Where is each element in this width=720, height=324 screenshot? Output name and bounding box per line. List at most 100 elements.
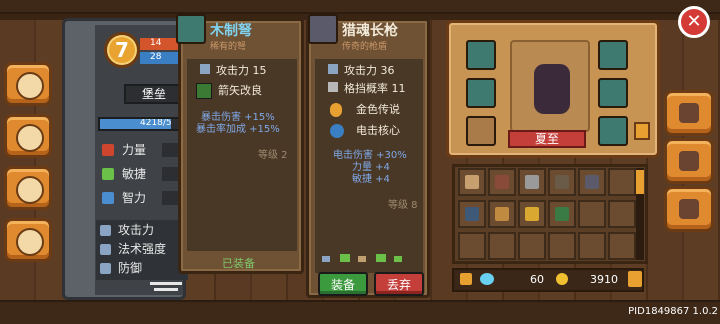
flame-gem-icon — [330, 103, 342, 117]
inventory-scrollbar-thumb[interactable] — [636, 170, 644, 194]
stat-defense-label: 防御 — [118, 261, 143, 275]
xp-text: 4218/5 — [140, 118, 172, 128]
crossbow-attack-row: 攻击力 15 — [200, 62, 267, 78]
book-icon — [16, 72, 44, 100]
inventory-slot[interactable] — [548, 200, 576, 228]
attr-strength: 力量 — [98, 140, 184, 160]
gold-count: 3910 — [590, 273, 618, 286]
tab-pet[interactable] — [4, 166, 52, 210]
shield-icon — [328, 82, 338, 92]
stat-spell-power: 法术强度 — [96, 240, 188, 258]
inventory-slot[interactable] — [608, 232, 636, 260]
spear-gem2: 电击核心 — [356, 124, 400, 137]
spear-gem2-row: 电击核心 — [330, 122, 400, 138]
inventory-slot[interactable] — [518, 168, 546, 196]
inventory-slot[interactable] — [548, 232, 576, 260]
spear-attack: 攻击力 36 — [344, 64, 395, 77]
ring-icon — [525, 175, 539, 189]
tab-book[interactable] — [4, 62, 52, 106]
spear-icon — [308, 14, 338, 44]
level-badge: 7 — [104, 32, 140, 68]
inventory-slot[interactable] — [578, 200, 606, 228]
hero-portrait — [510, 40, 590, 132]
hammer-icon — [679, 151, 699, 171]
inventory-scrollbar[interactable] — [636, 168, 644, 260]
equip-button[interactable]: 装备 — [318, 272, 368, 296]
tab-wheel[interactable] — [4, 218, 52, 262]
inventory-slot[interactable] — [488, 232, 516, 260]
crossbow-level: 等级 2 — [258, 150, 288, 161]
sword-icon — [465, 207, 479, 221]
crossbow-name: 木制弩 — [210, 23, 252, 39]
armor-slot[interactable] — [598, 78, 628, 108]
spear-name: 猎魂长枪 — [342, 23, 398, 39]
inventory-slot[interactable] — [458, 200, 486, 228]
attr-agility: 敏捷 — [98, 164, 184, 184]
book-icon — [495, 207, 509, 221]
inventory-slot[interactable] — [548, 168, 576, 196]
attr-strength-label: 力量 — [122, 143, 147, 157]
green-blade-icon — [555, 207, 569, 221]
spear-block: 格挡概率 11 — [344, 82, 406, 95]
spear-block-row: 格挡概率 11 — [328, 80, 406, 96]
tab-crafting[interactable] — [664, 138, 714, 184]
lightning-gem-icon — [330, 124, 344, 138]
crossbow-icon — [555, 175, 569, 189]
stat-attack: 攻击力 — [96, 221, 188, 239]
crossbow-bonus-2: 暴击率加成 +15% — [196, 124, 280, 135]
sword-icon — [200, 64, 210, 74]
helmet-slot[interactable] — [598, 40, 628, 70]
inventory-slot[interactable] — [458, 232, 486, 260]
stat-defense: 防御 — [96, 259, 188, 277]
spear-gem1: 金色传说 — [356, 103, 400, 116]
spear-level: 等级 8 — [388, 200, 418, 211]
inventory-slot[interactable] — [578, 232, 606, 260]
sort-icon[interactable] — [628, 271, 642, 287]
shield-icon — [100, 263, 111, 274]
pin-tab-icon[interactable] — [634, 122, 650, 140]
spell-power-icon — [100, 244, 111, 255]
crossbow-attack: 攻击力 15 — [216, 64, 267, 77]
tab-equipment[interactable] — [664, 90, 714, 136]
crossbow-perk-row: 箭矢改良 — [196, 82, 262, 99]
hero-nameplate: 夏至 — [508, 130, 586, 148]
map-icon — [16, 124, 44, 152]
tab-map[interactable] — [4, 114, 52, 158]
attr-intelligence: 智力 — [98, 188, 184, 208]
inventory-slot[interactable] — [578, 168, 606, 196]
inventory-slot[interactable] — [518, 200, 546, 228]
discard-button[interactable]: 丢弃 — [374, 272, 424, 296]
hero-figure-icon — [534, 64, 570, 114]
inventory-slot[interactable] — [458, 168, 486, 196]
tab-settings[interactable] — [664, 186, 714, 232]
top-bar — [0, 0, 720, 14]
inventory-slot[interactable] — [488, 168, 516, 196]
necklace-slot[interactable] — [466, 40, 496, 70]
inventory-slot[interactable] — [518, 232, 546, 260]
inventory-slot[interactable] — [608, 168, 636, 196]
close-button[interactable]: ✕ — [678, 6, 710, 38]
strength-icon — [102, 144, 114, 156]
crossbow-perk: 箭矢改良 — [218, 84, 262, 97]
character-name[interactable]: 堡垒 — [124, 84, 184, 104]
inventory-slot[interactable] — [488, 200, 516, 228]
gem-count: 60 — [530, 273, 544, 286]
spear-bonus-3: 敏捷 +4 — [352, 174, 390, 185]
crossbow-rarity: 稀有的弩 — [210, 42, 247, 52]
cherries-icon — [495, 175, 509, 189]
attack-icon — [100, 225, 111, 236]
ring-slot[interactable] — [466, 78, 496, 108]
inventory-slot[interactable] — [608, 200, 636, 228]
boots-slot[interactable] — [466, 116, 496, 146]
weapon-slot[interactable] — [598, 116, 628, 146]
gold-coin-icon — [556, 273, 568, 285]
attr-intelligence-label: 智力 — [122, 191, 147, 205]
version-label: PID1849867 1.0.2 — [628, 306, 718, 317]
close-icon: ✕ — [686, 11, 702, 32]
scroll-icon — [465, 175, 479, 189]
arrows-icon — [196, 83, 212, 99]
scroll-down-icon[interactable] — [150, 282, 186, 294]
crossbow-equipped-status: 已装备 — [222, 257, 255, 270]
intelligence-icon — [102, 192, 114, 204]
lock-icon[interactable] — [460, 273, 472, 285]
